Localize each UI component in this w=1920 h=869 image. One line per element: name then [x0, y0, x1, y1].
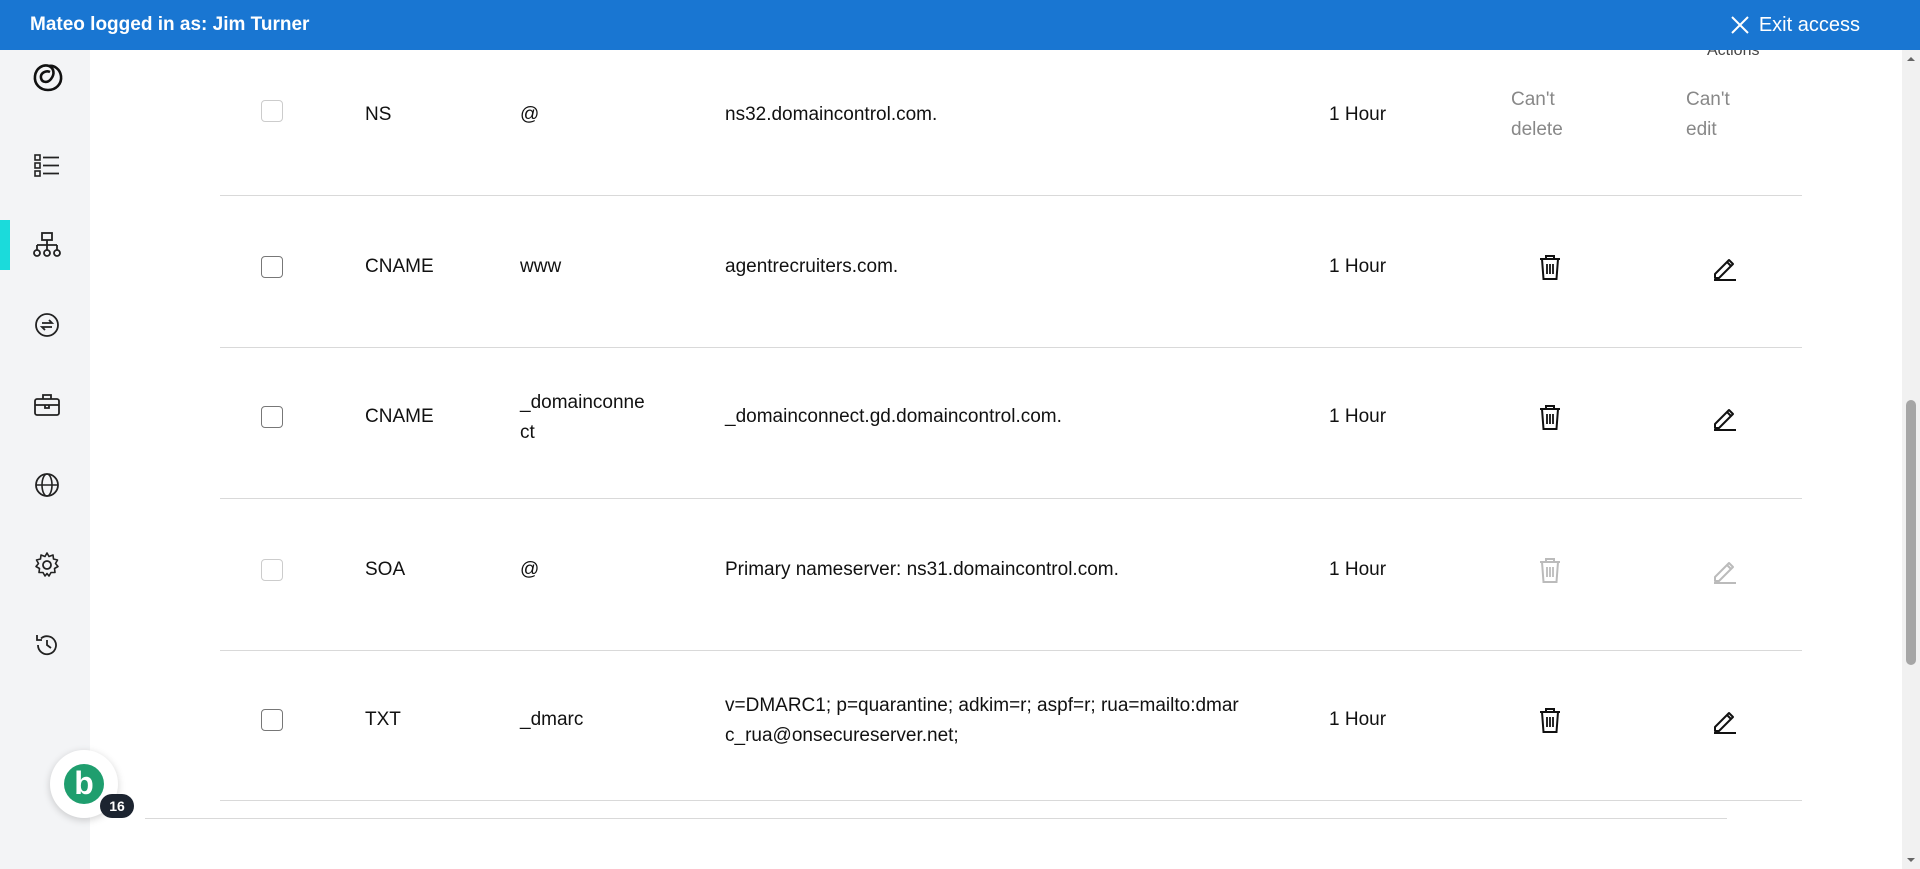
page-scrollbar[interactable]	[1902, 50, 1920, 869]
table-row: CNAME www agentrecruiters.com. 1 Hour	[220, 196, 1802, 348]
impersonation-banner: Mateo logged in as: Jim Turner Exit acce…	[0, 0, 1920, 50]
table-divider	[145, 818, 1727, 819]
delete-icon	[1540, 558, 1560, 583]
record-name: _dmarc	[520, 709, 584, 730]
close-icon	[1731, 16, 1749, 34]
table-row: TXT _dmarc v=DMARC1; p=quarantine; adkim…	[220, 651, 1802, 801]
edit-icon[interactable]	[1710, 705, 1740, 735]
exit-access-button[interactable]: Exit access	[1729, 14, 1860, 37]
record-ttl: 1 Hour	[1329, 709, 1387, 730]
table-row: CNAME _domainconnect _domainconnect.gd.d…	[220, 348, 1802, 499]
record-name: @	[520, 104, 540, 125]
record-type: TXT	[365, 709, 401, 730]
record-name: @	[520, 559, 540, 580]
edit-icon	[1714, 562, 1736, 584]
record-value: agentrecruiters.com.	[725, 256, 899, 277]
briefcase-icon[interactable]	[32, 390, 62, 420]
table-row: NS @ ns32.domaincontrol.com. 1 Hour Can'…	[220, 50, 1802, 196]
record-value: ns32.domaincontrol.com.	[725, 104, 938, 125]
edit-icon[interactable]	[1710, 252, 1740, 282]
record-ttl: 1 Hour	[1329, 256, 1387, 277]
edit-icon[interactable]	[1710, 402, 1740, 432]
record-ttl: 1 Hour	[1329, 559, 1387, 580]
record-value: _domainconnect.gd.domaincontrol.com.	[725, 406, 1062, 427]
active-nav-indicator	[0, 220, 10, 270]
row-checkbox	[261, 100, 283, 122]
delete-icon[interactable]	[1535, 402, 1565, 432]
record-type: CNAME	[365, 406, 434, 427]
record-value: Primary nameserver: ns31.domaincontrol.c…	[725, 559, 1119, 580]
dns-hierarchy-icon[interactable]	[32, 230, 62, 260]
cant-delete-text: Can't delete	[1511, 89, 1563, 140]
record-type: CNAME	[365, 256, 434, 277]
record-type: NS	[365, 104, 392, 125]
row-checkbox[interactable]	[261, 406, 283, 428]
row-checkbox[interactable]	[261, 256, 283, 278]
delete-icon[interactable]	[1535, 705, 1565, 735]
row-checkbox[interactable]	[261, 709, 283, 731]
record-value: v=DMARC1; p=quarantine; adkim=r; aspf=r;…	[725, 695, 1239, 746]
record-ttl: 1 Hour	[1329, 406, 1387, 427]
record-name: www	[520, 256, 562, 277]
scroll-thumb[interactable]	[1906, 400, 1916, 665]
delete-icon[interactable]	[1535, 252, 1565, 282]
dns-records-table: Actions NS @ ns32.domaincontrol.com. 1 H…	[90, 50, 1902, 869]
list-icon[interactable]	[32, 150, 62, 180]
globe-icon[interactable]	[32, 470, 62, 500]
exit-access-label: Exit access	[1758, 13, 1860, 36]
gear-icon[interactable]	[32, 550, 62, 580]
cant-edit-text: Can't edit	[1686, 89, 1730, 140]
godaddy-logo-icon[interactable]	[30, 60, 66, 96]
scroll-down-arrow-icon[interactable]	[1906, 855, 1916, 865]
logged-in-as-text: Mateo logged in as: Jim Turner	[30, 14, 310, 35]
history-icon[interactable]	[32, 630, 62, 660]
sidebar	[0, 50, 90, 869]
record-type: SOA	[365, 559, 406, 580]
record-ttl: 1 Hour	[1329, 104, 1387, 125]
transfer-icon[interactable]	[32, 310, 62, 340]
row-checkbox	[261, 559, 283, 581]
record-name: _domainconnect	[520, 392, 645, 443]
scroll-up-arrow-icon[interactable]	[1906, 54, 1916, 64]
table-row: SOA @ Primary nameserver: ns31.domaincon…	[220, 499, 1802, 651]
